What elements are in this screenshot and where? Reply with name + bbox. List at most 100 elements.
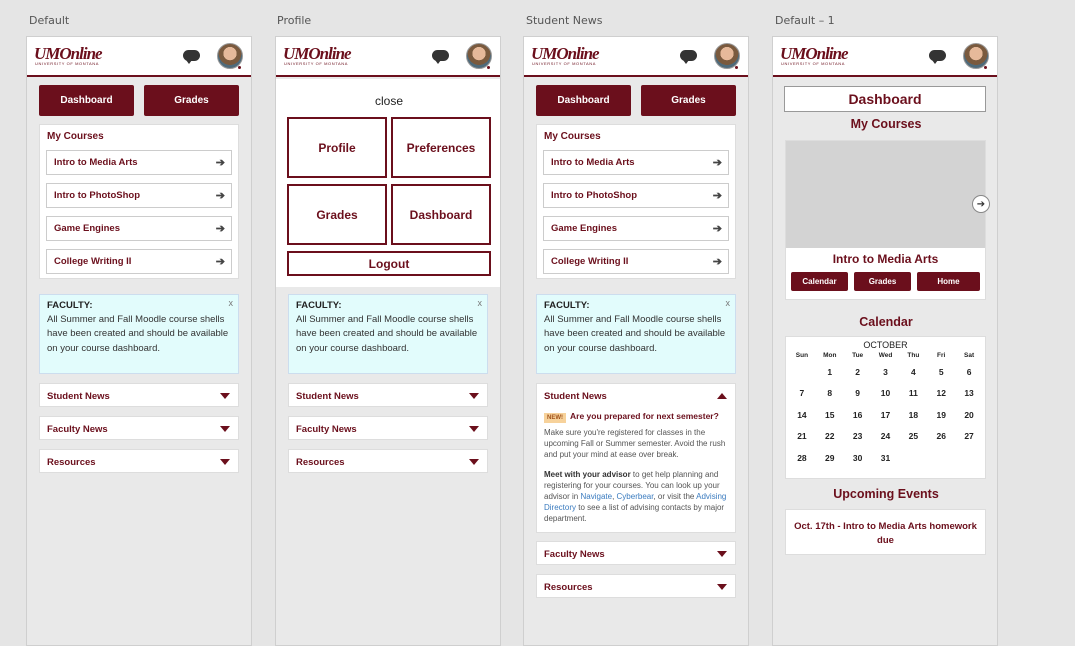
home-button[interactable]: Home	[917, 272, 980, 291]
dashboard-button[interactable]: Dashboard	[536, 85, 631, 116]
accordion-student-news[interactable]: Student News	[39, 383, 239, 407]
calendar-day	[788, 362, 816, 383]
grades-tile[interactable]: Grades	[287, 184, 387, 245]
app-header: UMOnline UNIVERSITY OF MONTANA	[524, 37, 748, 77]
calendar-day[interactable]: 15	[816, 405, 844, 426]
calendar-day[interactable]: 24	[872, 426, 900, 447]
navigate-link[interactable]: Navigate	[580, 492, 612, 501]
my-courses-title: My Courses	[47, 131, 104, 142]
profile-tile[interactable]: Profile	[287, 117, 387, 178]
calendar-day[interactable]: 27	[955, 426, 983, 447]
close-icon[interactable]: x	[229, 296, 234, 310]
course-item[interactable]: Intro to Media Arts ➔	[46, 150, 232, 175]
grades-button[interactable]: Grades	[854, 272, 911, 291]
accordion-student-news-expanded[interactable]: Student News NEW! Are you prepared for ne…	[536, 383, 736, 533]
calendar-day[interactable]: 2	[844, 362, 872, 383]
chevron-down-icon	[469, 459, 479, 465]
course-item[interactable]: Intro to Media Arts ➔	[543, 150, 729, 175]
close-menu-button[interactable]: close	[276, 94, 500, 108]
accordion-faculty-news[interactable]: Faculty News	[288, 416, 488, 440]
cyberbear-link[interactable]: Cyberbear	[617, 492, 654, 501]
calendar-day[interactable]: 11	[899, 383, 927, 404]
logo-subtitle: UNIVERSITY OF MONTANA	[35, 61, 100, 66]
news-content: NEW! Are you prepared for next semester? …	[537, 411, 735, 524]
chat-icon[interactable]	[680, 50, 697, 64]
alert-title: FACULTY:	[544, 300, 590, 311]
calendar-day[interactable]: 21	[788, 426, 816, 447]
artboard-label-student-news: Student News	[526, 14, 603, 27]
faculty-alert: FACULTY: All Summer and Fall Moodle cour…	[288, 294, 488, 374]
chevron-down-icon	[717, 551, 727, 557]
weekday-label: Sun	[795, 352, 809, 359]
avatar-menu-indicator-icon	[238, 66, 241, 69]
calendar-day[interactable]: 19	[927, 405, 955, 426]
calendar-day[interactable]: 12	[927, 383, 955, 404]
chat-icon[interactable]	[183, 50, 200, 64]
carousel-next-icon[interactable]: ➔	[972, 195, 990, 213]
course-label: Game Engines	[551, 223, 617, 234]
course-label: College Writing II	[54, 256, 132, 267]
chevron-down-icon	[469, 393, 479, 399]
calendar-day[interactable]: 6	[955, 362, 983, 383]
accordion-resources[interactable]: Resources	[536, 574, 736, 598]
calendar-day[interactable]: 31	[872, 448, 900, 469]
accordion-student-news[interactable]: Student News	[288, 383, 488, 407]
calendar-day[interactable]: 22	[816, 426, 844, 447]
course-item[interactable]: Game Engines ➔	[543, 216, 729, 241]
artboard-label-default-1: Default – 1	[775, 14, 835, 27]
calendar-day[interactable]: 30	[844, 448, 872, 469]
course-label: Intro to Media Arts	[54, 157, 138, 168]
calendar-button[interactable]: Calendar	[791, 272, 848, 291]
event-item[interactable]: Oct. 17th - Intro to Media Arts homework…	[785, 509, 986, 555]
calendar-day[interactable]: 7	[788, 383, 816, 404]
calendar-day[interactable]: 17	[872, 405, 900, 426]
chat-icon[interactable]	[929, 50, 946, 64]
calendar-day[interactable]: 9	[844, 383, 872, 404]
calendar-day[interactable]: 14	[788, 405, 816, 426]
calendar-day[interactable]: 20	[955, 405, 983, 426]
chevron-down-icon	[220, 459, 230, 465]
calendar-heading: Calendar	[859, 315, 913, 329]
calendar-day[interactable]: 23	[844, 426, 872, 447]
calendar-day[interactable]: 1	[816, 362, 844, 383]
calendar-day[interactable]: 16	[844, 405, 872, 426]
calendar-day[interactable]: 5	[927, 362, 955, 383]
dashboard-tile[interactable]: Dashboard	[391, 184, 491, 245]
accordion-resources[interactable]: Resources	[39, 449, 239, 473]
accordion-resources[interactable]: Resources	[288, 449, 488, 473]
upcoming-events-heading: Upcoming Events	[833, 487, 939, 501]
grades-button[interactable]: Grades	[144, 85, 239, 116]
course-item[interactable]: College Writing II ➔	[543, 249, 729, 274]
calendar-day[interactable]: 3	[872, 362, 900, 383]
calendar-day[interactable]: 28	[788, 448, 816, 469]
calendar-day[interactable]: 10	[872, 383, 900, 404]
calendar-day[interactable]: 4	[899, 362, 927, 383]
accordion-faculty-news[interactable]: Faculty News	[39, 416, 239, 440]
accordion-label: Faculty News	[47, 424, 108, 435]
calendar-day[interactable]: 25	[899, 426, 927, 447]
grades-button[interactable]: Grades	[641, 85, 736, 116]
calendar-day[interactable]: 13	[955, 383, 983, 404]
course-item[interactable]: Game Engines ➔	[46, 216, 232, 241]
calendar-day[interactable]: 29	[816, 448, 844, 469]
course-item[interactable]: Intro to PhotoShop ➔	[46, 183, 232, 208]
calendar-day[interactable]: 26	[927, 426, 955, 447]
featured-course-title: Intro to Media Arts	[832, 252, 939, 266]
chat-icon[interactable]	[432, 50, 449, 64]
dashboard-button[interactable]: Dashboard	[39, 85, 134, 116]
faculty-alert: FACULTY: All Summer and Fall Moodle cour…	[536, 294, 736, 374]
course-label: Intro to PhotoShop	[54, 190, 141, 201]
course-item[interactable]: Intro to PhotoShop ➔	[543, 183, 729, 208]
artboard-label-default: Default	[29, 14, 70, 27]
alert-body: All Summer and Fall Moodle course shells…	[47, 314, 229, 354]
calendar-month: OCTOBER	[863, 340, 908, 350]
close-icon[interactable]: x	[478, 296, 483, 310]
course-item[interactable]: College Writing II ➔	[46, 249, 232, 274]
close-icon[interactable]: x	[726, 296, 731, 310]
calendar-day[interactable]: 8	[816, 383, 844, 404]
calendar-day[interactable]: 18	[899, 405, 927, 426]
preferences-tile[interactable]: Preferences	[391, 117, 491, 178]
accordion-faculty-news[interactable]: Faculty News	[536, 541, 736, 565]
logout-button[interactable]: Logout	[287, 251, 491, 276]
nav-buttons: Dashboard Grades	[536, 85, 736, 116]
